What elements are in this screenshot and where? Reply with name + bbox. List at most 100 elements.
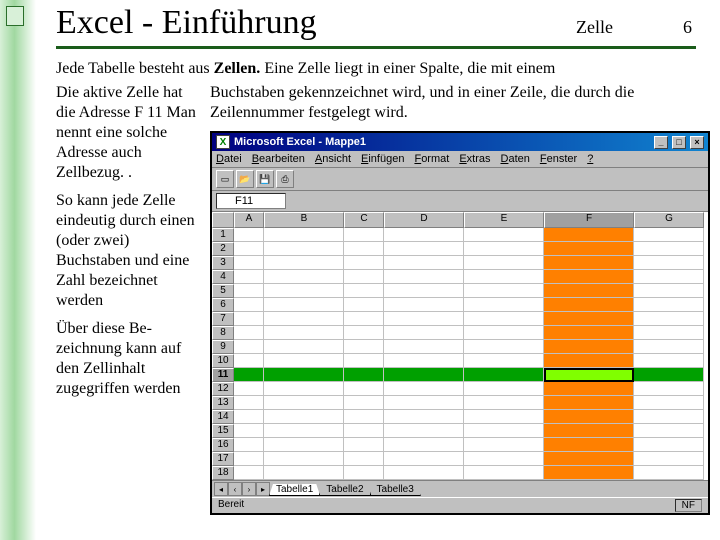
- row-header[interactable]: 15: [212, 424, 234, 438]
- cell[interactable]: [234, 368, 264, 382]
- cell[interactable]: [234, 452, 264, 466]
- cell[interactable]: [384, 382, 464, 396]
- sheet-tab[interactable]: Tabelle1: [269, 484, 320, 496]
- cell[interactable]: [384, 438, 464, 452]
- cell[interactable]: [544, 410, 634, 424]
- menu-item[interactable]: Daten: [501, 153, 530, 165]
- cell[interactable]: [544, 466, 634, 480]
- cell[interactable]: [234, 424, 264, 438]
- cell[interactable]: [234, 284, 264, 298]
- tab-nav-prev[interactable]: ‹: [228, 482, 242, 496]
- cell[interactable]: [464, 424, 544, 438]
- cell[interactable]: [344, 256, 384, 270]
- cell[interactable]: [264, 256, 344, 270]
- row-header[interactable]: 4: [212, 270, 234, 284]
- row-header[interactable]: 16: [212, 438, 234, 452]
- cell[interactable]: [464, 312, 544, 326]
- cell[interactable]: [384, 368, 464, 382]
- cell[interactable]: [264, 284, 344, 298]
- cell[interactable]: [464, 270, 544, 284]
- cell[interactable]: [634, 242, 704, 256]
- cell[interactable]: [234, 312, 264, 326]
- cell[interactable]: [634, 424, 704, 438]
- cell[interactable]: [344, 340, 384, 354]
- column-header[interactable]: E: [464, 212, 544, 228]
- cell[interactable]: [464, 368, 544, 382]
- cell[interactable]: [384, 270, 464, 284]
- row-header[interactable]: 8: [212, 326, 234, 340]
- cell[interactable]: [234, 354, 264, 368]
- row-header[interactable]: 3: [212, 256, 234, 270]
- cell[interactable]: [344, 270, 384, 284]
- formula-bar[interactable]: F11: [212, 191, 708, 212]
- tab-nav-last[interactable]: ▸: [256, 482, 270, 496]
- cell[interactable]: [634, 340, 704, 354]
- name-box[interactable]: F11: [216, 193, 286, 209]
- cell[interactable]: [544, 424, 634, 438]
- cell[interactable]: [264, 312, 344, 326]
- cell[interactable]: [634, 312, 704, 326]
- menu-item[interactable]: ?: [587, 153, 593, 165]
- row-header[interactable]: 18: [212, 466, 234, 480]
- cell[interactable]: [264, 410, 344, 424]
- cell[interactable]: [634, 284, 704, 298]
- cell[interactable]: [264, 228, 344, 242]
- tab-nav-first[interactable]: ◂: [214, 482, 228, 496]
- cell[interactable]: [544, 284, 634, 298]
- menu-item[interactable]: Bearbeiten: [252, 153, 305, 165]
- cell[interactable]: [344, 424, 384, 438]
- cell[interactable]: [384, 466, 464, 480]
- cell[interactable]: [344, 326, 384, 340]
- cell[interactable]: [464, 410, 544, 424]
- cell[interactable]: [634, 466, 704, 480]
- toolbar[interactable]: ▭ 📂 💾 ⎙: [212, 168, 708, 191]
- cell[interactable]: [464, 298, 544, 312]
- cell[interactable]: [634, 354, 704, 368]
- column-header[interactable]: A: [234, 212, 264, 228]
- cell[interactable]: [384, 354, 464, 368]
- row-header[interactable]: 11: [212, 368, 234, 382]
- cell[interactable]: [634, 298, 704, 312]
- cell[interactable]: [344, 354, 384, 368]
- cell[interactable]: [464, 242, 544, 256]
- cell[interactable]: [544, 452, 634, 466]
- cell[interactable]: [464, 382, 544, 396]
- row-header[interactable]: 2: [212, 242, 234, 256]
- cell[interactable]: [234, 298, 264, 312]
- cell[interactable]: [234, 382, 264, 396]
- cell[interactable]: [464, 466, 544, 480]
- cell[interactable]: [384, 410, 464, 424]
- sheet-tab[interactable]: Tabelle3: [370, 484, 421, 496]
- cell[interactable]: [634, 396, 704, 410]
- select-all-corner[interactable]: [212, 212, 234, 228]
- cell[interactable]: [264, 438, 344, 452]
- menu-item[interactable]: Fenster: [540, 153, 577, 165]
- cell[interactable]: [384, 228, 464, 242]
- cell[interactable]: [634, 438, 704, 452]
- cell[interactable]: [264, 242, 344, 256]
- cell[interactable]: [384, 424, 464, 438]
- cell[interactable]: [464, 340, 544, 354]
- column-header[interactable]: G: [634, 212, 704, 228]
- cell[interactable]: [234, 270, 264, 284]
- maximize-button[interactable]: □: [672, 136, 686, 149]
- cell[interactable]: [544, 382, 634, 396]
- sheet-tab[interactable]: Tabelle2: [319, 484, 370, 496]
- row-header[interactable]: 12: [212, 382, 234, 396]
- cell[interactable]: [384, 326, 464, 340]
- row-header[interactable]: 7: [212, 312, 234, 326]
- cell[interactable]: [264, 298, 344, 312]
- row-header[interactable]: 17: [212, 452, 234, 466]
- cell[interactable]: [344, 368, 384, 382]
- cell[interactable]: [234, 396, 264, 410]
- cell[interactable]: [264, 326, 344, 340]
- cell[interactable]: [464, 256, 544, 270]
- cell[interactable]: [264, 424, 344, 438]
- cell[interactable]: [234, 466, 264, 480]
- cell[interactable]: [384, 256, 464, 270]
- cell[interactable]: [344, 228, 384, 242]
- cell[interactable]: [344, 242, 384, 256]
- cell[interactable]: [634, 326, 704, 340]
- close-button[interactable]: ×: [690, 136, 704, 149]
- cell[interactable]: [234, 410, 264, 424]
